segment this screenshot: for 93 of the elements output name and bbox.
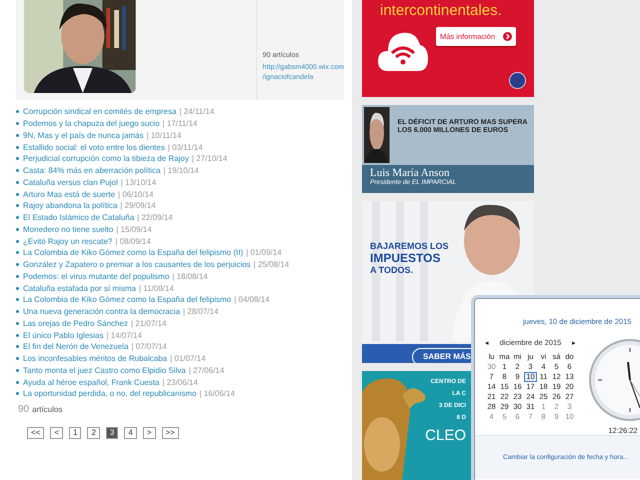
bullet-icon: [16, 192, 19, 196]
article-date: | 11/08/14: [138, 284, 174, 293]
bullet-icon: [16, 357, 19, 360]
article-date: | 14/07/14: [106, 330, 142, 340]
article-date: | 23/06/14: [162, 378, 198, 387]
article-link[interactable]: Una nueva generación contra la democracia: [23, 307, 180, 316]
article-date: | 16/06/14: [199, 389, 235, 398]
ad-slogan: BAJAREMOS LOS: [370, 240, 449, 251]
article-link[interactable]: Cataluña versus clan Pujol: [23, 178, 118, 187]
article-link[interactable]: Casta: 84% más en aberración política: [23, 166, 160, 176]
article-link[interactable]: La Colombia de Kiko Gómez como la España del felipismo (II): [23, 248, 244, 258]
bullet-icon: [16, 368, 19, 372]
page-button[interactable]: 1: [69, 426, 82, 439]
bullet-icon: [16, 146, 19, 149]
article-link[interactable]: Corrupción sindical en comités de empresa: [23, 107, 176, 116]
page-button[interactable]: <<: [27, 426, 44, 439]
article-date: | 06/10/14: [118, 190, 154, 199]
article-date: | 21/07/14: [130, 318, 166, 328]
bullet-icon: [16, 322, 19, 325]
bullet-icon: [16, 392, 19, 396]
article-date: | 13/10/14: [120, 178, 156, 187]
ad-logo: CLEO: [425, 427, 466, 444]
article-link[interactable]: Arturo Mas está de suerte: [23, 190, 116, 199]
article-date: | 08/09/14: [115, 236, 151, 246]
article-link[interactable]: Las orejas de Pedro Sánchez: [23, 318, 128, 328]
article-link[interactable]: La Colombia de Kiko Gómez como la España del felipismo: [23, 295, 232, 304]
total-label: artículos: [32, 404, 62, 414]
article-date: | 18/08/14: [172, 272, 208, 281]
article-date: | 25/08/14: [254, 260, 290, 270]
bullet-icon: [16, 122, 19, 126]
article-link[interactable]: El Estado Islámico de Cataluña: [23, 213, 134, 222]
page-button[interactable]: >: [142, 426, 156, 439]
article-link[interactable]: Rajoy abandona la política: [23, 201, 118, 210]
author-name: Luis María Anson: [370, 166, 450, 179]
ad-slogan: A TODOS.: [370, 264, 414, 275]
bullet-icon: [16, 334, 19, 337]
article-date: | 19/10/14: [163, 166, 199, 176]
bullet-icon: [16, 180, 19, 184]
article-link[interactable]: 9N, Mas y el país de nunca jamás: [23, 130, 144, 140]
article-date: | 22/09/14: [137, 213, 173, 222]
bullet-icon: [16, 310, 19, 314]
bullet-icon: [16, 345, 19, 348]
article-date: | 10/11/14: [146, 130, 182, 140]
article-link[interactable]: El único Pablo Iglesias: [23, 330, 104, 340]
article-link[interactable]: Podemos y la chapuza del juego sucio: [23, 119, 160, 128]
arrow-icon: [503, 32, 512, 41]
bullet-icon: [16, 251, 19, 254]
article-link[interactable]: Monedero no tiene suelto: [23, 224, 114, 234]
bullet-icon: [16, 298, 19, 302]
article-date: | 01/07/14: [170, 354, 206, 364]
article-date: | 29/09/14: [120, 201, 156, 210]
article-link[interactable]: Tanto monta el juez Castro como Elpidio Silva: [23, 366, 186, 375]
bullet-icon: [16, 157, 19, 160]
page-button[interactable]: 4: [124, 426, 137, 439]
globe-icon: [509, 72, 526, 89]
bullet-icon: [16, 134, 19, 137]
article-link[interactable]: Perjudicial corrupción como la tibieza de Rajoy: [23, 154, 189, 164]
article-link[interactable]: Los inconfesables méritos de Rubalcaba: [23, 354, 168, 364]
article-date: | 07/07/14: [131, 342, 167, 352]
article-date: | 28/07/14: [182, 307, 218, 316]
article-date: | 15/09/14: [116, 224, 152, 234]
bullet-icon: [16, 286, 19, 290]
ad-headline: intercontinentales.: [380, 2, 503, 19]
bullet-icon: [16, 204, 19, 208]
article-link[interactable]: González y Zapatero o premiar a los causantes de los perjuicios: [23, 260, 251, 270]
article-date: | 01/09/14: [246, 248, 282, 258]
bullet-icon: [16, 228, 19, 231]
article-link[interactable]: Ayuda al héroe español, Frank Cuesta: [23, 378, 160, 387]
article-date: | 24/11/14: [179, 107, 214, 116]
bullet-icon: [16, 169, 19, 172]
article-date: | 03/11/14: [168, 142, 203, 152]
article-link[interactable]: ¿Evitó Rajoy un rescate?: [23, 236, 112, 246]
article-date: | 27/10/14: [192, 154, 228, 164]
article-date: | 17/11/14: [162, 119, 198, 128]
page-button[interactable]: 3: [106, 426, 118, 439]
page-button[interactable]: >>: [162, 426, 179, 439]
bullet-icon: [16, 216, 19, 220]
ad-slogan: IMPUESTOS: [370, 250, 442, 265]
bullet-icon: [16, 110, 19, 114]
article-date: | 27/06/14: [188, 366, 224, 375]
total-number: 90: [18, 404, 30, 415]
page-button[interactable]: <: [50, 426, 64, 439]
bullet-icon: [16, 263, 19, 266]
page-button[interactable]: 2: [87, 426, 100, 439]
article-date: | 04/08/14: [234, 295, 270, 304]
article-link[interactable]: Estallido social: el voto entre los dientes: [23, 142, 165, 152]
article-link[interactable]: La oportunidad perdida, o no, del republicanismo: [23, 389, 196, 398]
bullet-icon: [16, 240, 19, 243]
article-link[interactable]: Cataluña estafada por sí misma: [23, 284, 136, 293]
article-link[interactable]: El fin del Nerón de Venezuela: [23, 342, 128, 352]
article-link[interactable]: Podemos: el virus mutante del populismo: [23, 272, 170, 281]
bullet-icon: [16, 380, 19, 384]
bullet-icon: [16, 274, 19, 278]
